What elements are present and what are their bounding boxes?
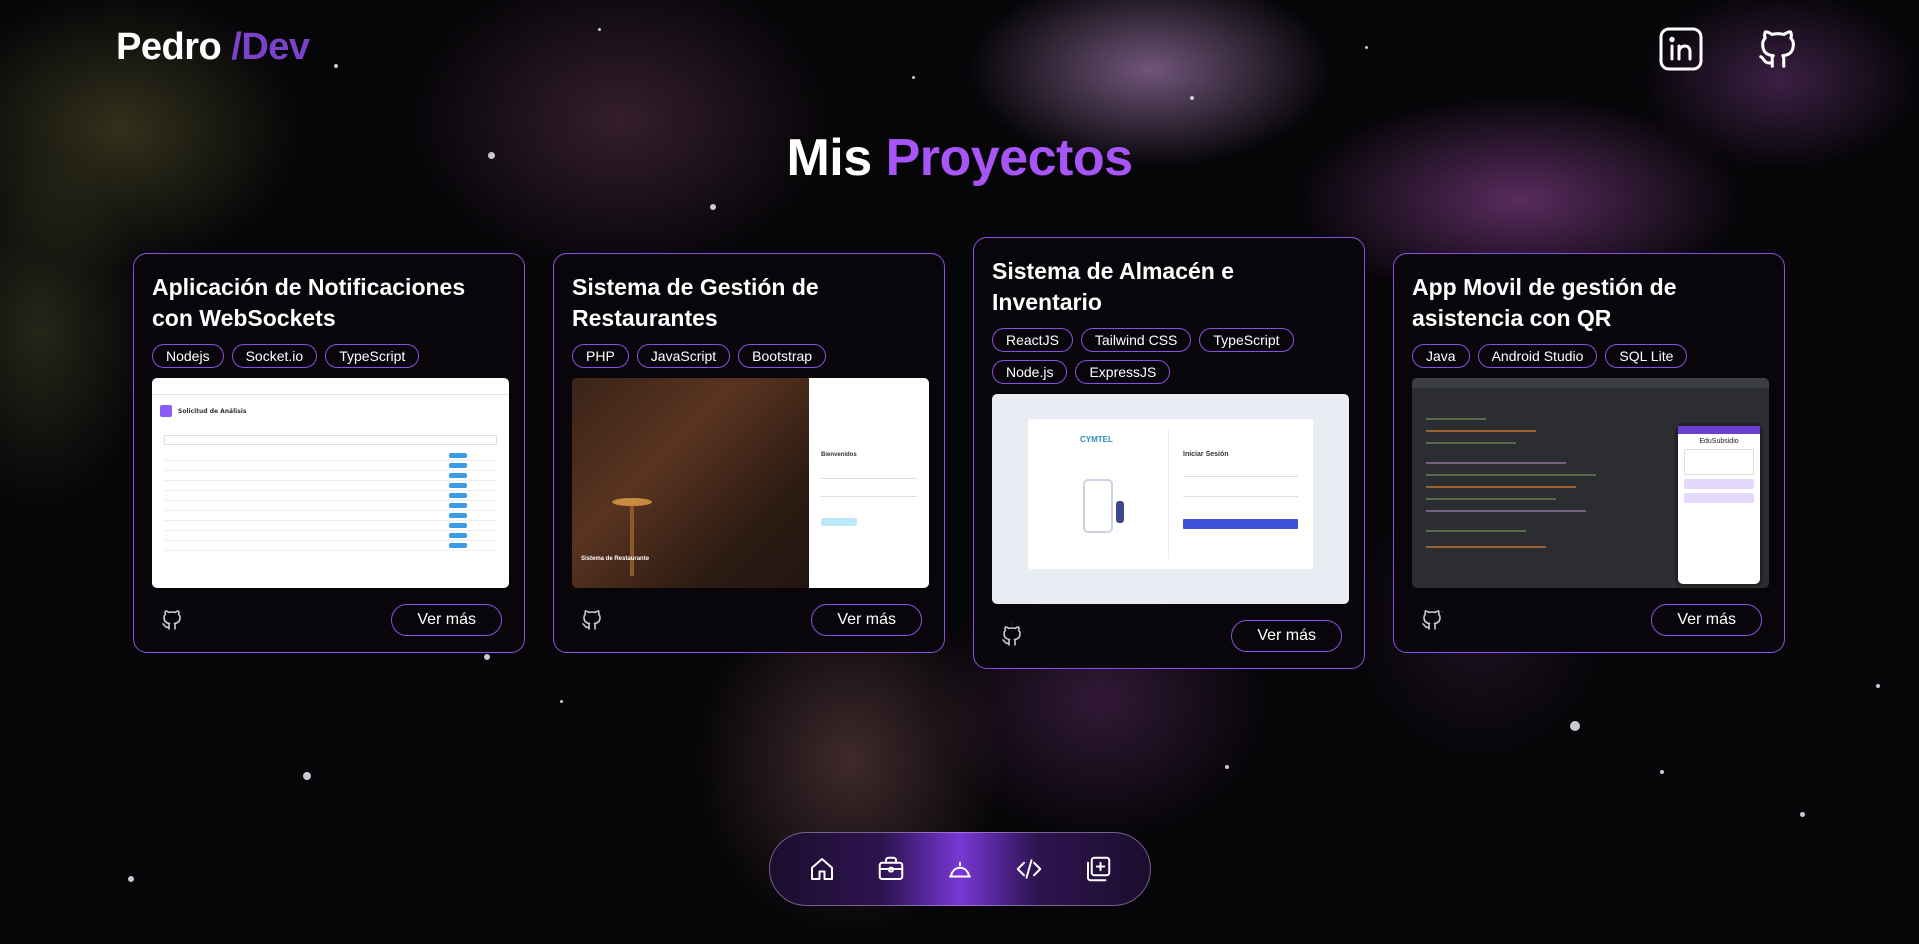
- linkedin-link[interactable]: [1658, 26, 1704, 72]
- tech-tag: PHP: [572, 344, 629, 368]
- star: [1365, 46, 1368, 49]
- ver-mas-button[interactable]: Ver más: [1231, 620, 1342, 652]
- star: [1660, 770, 1664, 774]
- star: [710, 204, 716, 210]
- add-square-icon: [1086, 856, 1110, 882]
- code-icon: [1016, 859, 1042, 879]
- project-card: App Movil de gestión de asistencia con Q…: [1393, 253, 1785, 653]
- star: [1225, 765, 1229, 769]
- page-title: Mis Proyectos: [0, 128, 1919, 188]
- project-title: Sistema de Almacén e Inventario: [992, 258, 1235, 315]
- star: [560, 700, 563, 703]
- tag-list: Java Android Studio SQL Lite: [1412, 344, 1766, 368]
- star: [334, 64, 338, 68]
- star: [303, 772, 311, 780]
- tech-tag: Tailwind CSS: [1080, 328, 1192, 352]
- tech-tag: ReactJS: [992, 328, 1073, 352]
- tech-tag: TypeScript: [1199, 328, 1294, 352]
- tech-tag: SQL Lite: [1605, 344, 1688, 368]
- home-icon: [811, 858, 834, 880]
- bottom-dock-nav: [769, 832, 1151, 906]
- star: [128, 876, 134, 882]
- tech-tag: Android Studio: [1477, 344, 1598, 368]
- ver-mas-button[interactable]: Ver más: [391, 604, 502, 636]
- github-icon[interactable]: [1000, 624, 1024, 648]
- briefcase-icon: [878, 856, 904, 880]
- star: [484, 654, 490, 660]
- logo-name: Pedro: [116, 26, 222, 68]
- screenshot-login-title: Iniciar Sesión: [1183, 451, 1229, 458]
- star: [598, 28, 601, 31]
- project-screenshot: Solicitud de Análisis: [152, 378, 509, 588]
- project-screenshot: Sistema de Restaurante Bienvenidos: [572, 378, 929, 588]
- screenshot-brand: CYMTEL: [1080, 435, 1113, 444]
- tech-tag: Nodejs: [152, 344, 224, 368]
- star: [1570, 721, 1580, 731]
- screenshot-caption: Sistema de Restaurante: [581, 556, 650, 562]
- project-title: Aplicación de Notificaciones con WebSock…: [152, 274, 466, 331]
- star: [1190, 96, 1194, 100]
- site-logo[interactable]: Pedro /Dev: [116, 26, 310, 69]
- github-link[interactable]: [1755, 26, 1801, 72]
- project-screenshot: CYMTEL Iniciar Sesión: [992, 394, 1349, 604]
- dock-add[interactable]: [1080, 851, 1116, 887]
- page-title-prefix: Mis: [786, 129, 872, 187]
- github-icon: [1759, 30, 1795, 68]
- tech-tag: ExpressJS: [1075, 360, 1171, 384]
- github-icon[interactable]: [580, 608, 604, 632]
- logo-accent: /Dev: [231, 26, 310, 68]
- project-card: Aplicación de Notificaciones con WebSock…: [133, 253, 525, 653]
- tech-tag: Bootstrap: [738, 344, 827, 368]
- dock-home[interactable]: [804, 851, 840, 887]
- tech-tag: Socket.io: [231, 344, 318, 368]
- project-card: Sistema de Gestión de Restaurantes PHP J…: [553, 253, 945, 653]
- tag-list: PHP JavaScript Bootstrap: [572, 344, 926, 368]
- star: [912, 76, 915, 79]
- tech-tag: Java: [1412, 344, 1470, 368]
- tag-list: Nodejs Socket.io TypeScript: [152, 344, 506, 368]
- bell-icon: [948, 861, 971, 878]
- tag-list: ReactJS Tailwind CSS TypeScript Node.js …: [992, 328, 1346, 384]
- tech-tag: JavaScript: [636, 344, 731, 368]
- page-title-accent: Proyectos: [885, 129, 1133, 187]
- dock-code[interactable]: [1011, 851, 1047, 887]
- dock-projects[interactable]: [873, 851, 909, 887]
- github-icon[interactable]: [1420, 608, 1444, 632]
- project-screenshot: EduSubsidio: [1412, 378, 1769, 588]
- screenshot-heading: Solicitud de Análisis: [178, 407, 247, 415]
- tech-tag: TypeScript: [325, 344, 420, 368]
- project-title: App Movil de gestión de asistencia con Q…: [1412, 274, 1677, 331]
- screenshot-app-name: EduSubsidio: [1699, 438, 1739, 445]
- ver-mas-button[interactable]: Ver más: [1651, 604, 1762, 636]
- star: [1876, 684, 1880, 688]
- screenshot-welcome: Bienvenidos: [821, 452, 857, 458]
- github-icon[interactable]: [160, 608, 184, 632]
- linkedin-icon: [1659, 27, 1703, 71]
- ver-mas-button[interactable]: Ver más: [811, 604, 922, 636]
- star: [1800, 812, 1805, 817]
- tech-tag: Node.js: [992, 360, 1068, 384]
- dock-services[interactable]: [942, 851, 978, 887]
- project-title: Sistema de Gestión de Restaurantes: [572, 274, 819, 331]
- project-card: Sistema de Almacén e Inventario ReactJS …: [973, 237, 1365, 669]
